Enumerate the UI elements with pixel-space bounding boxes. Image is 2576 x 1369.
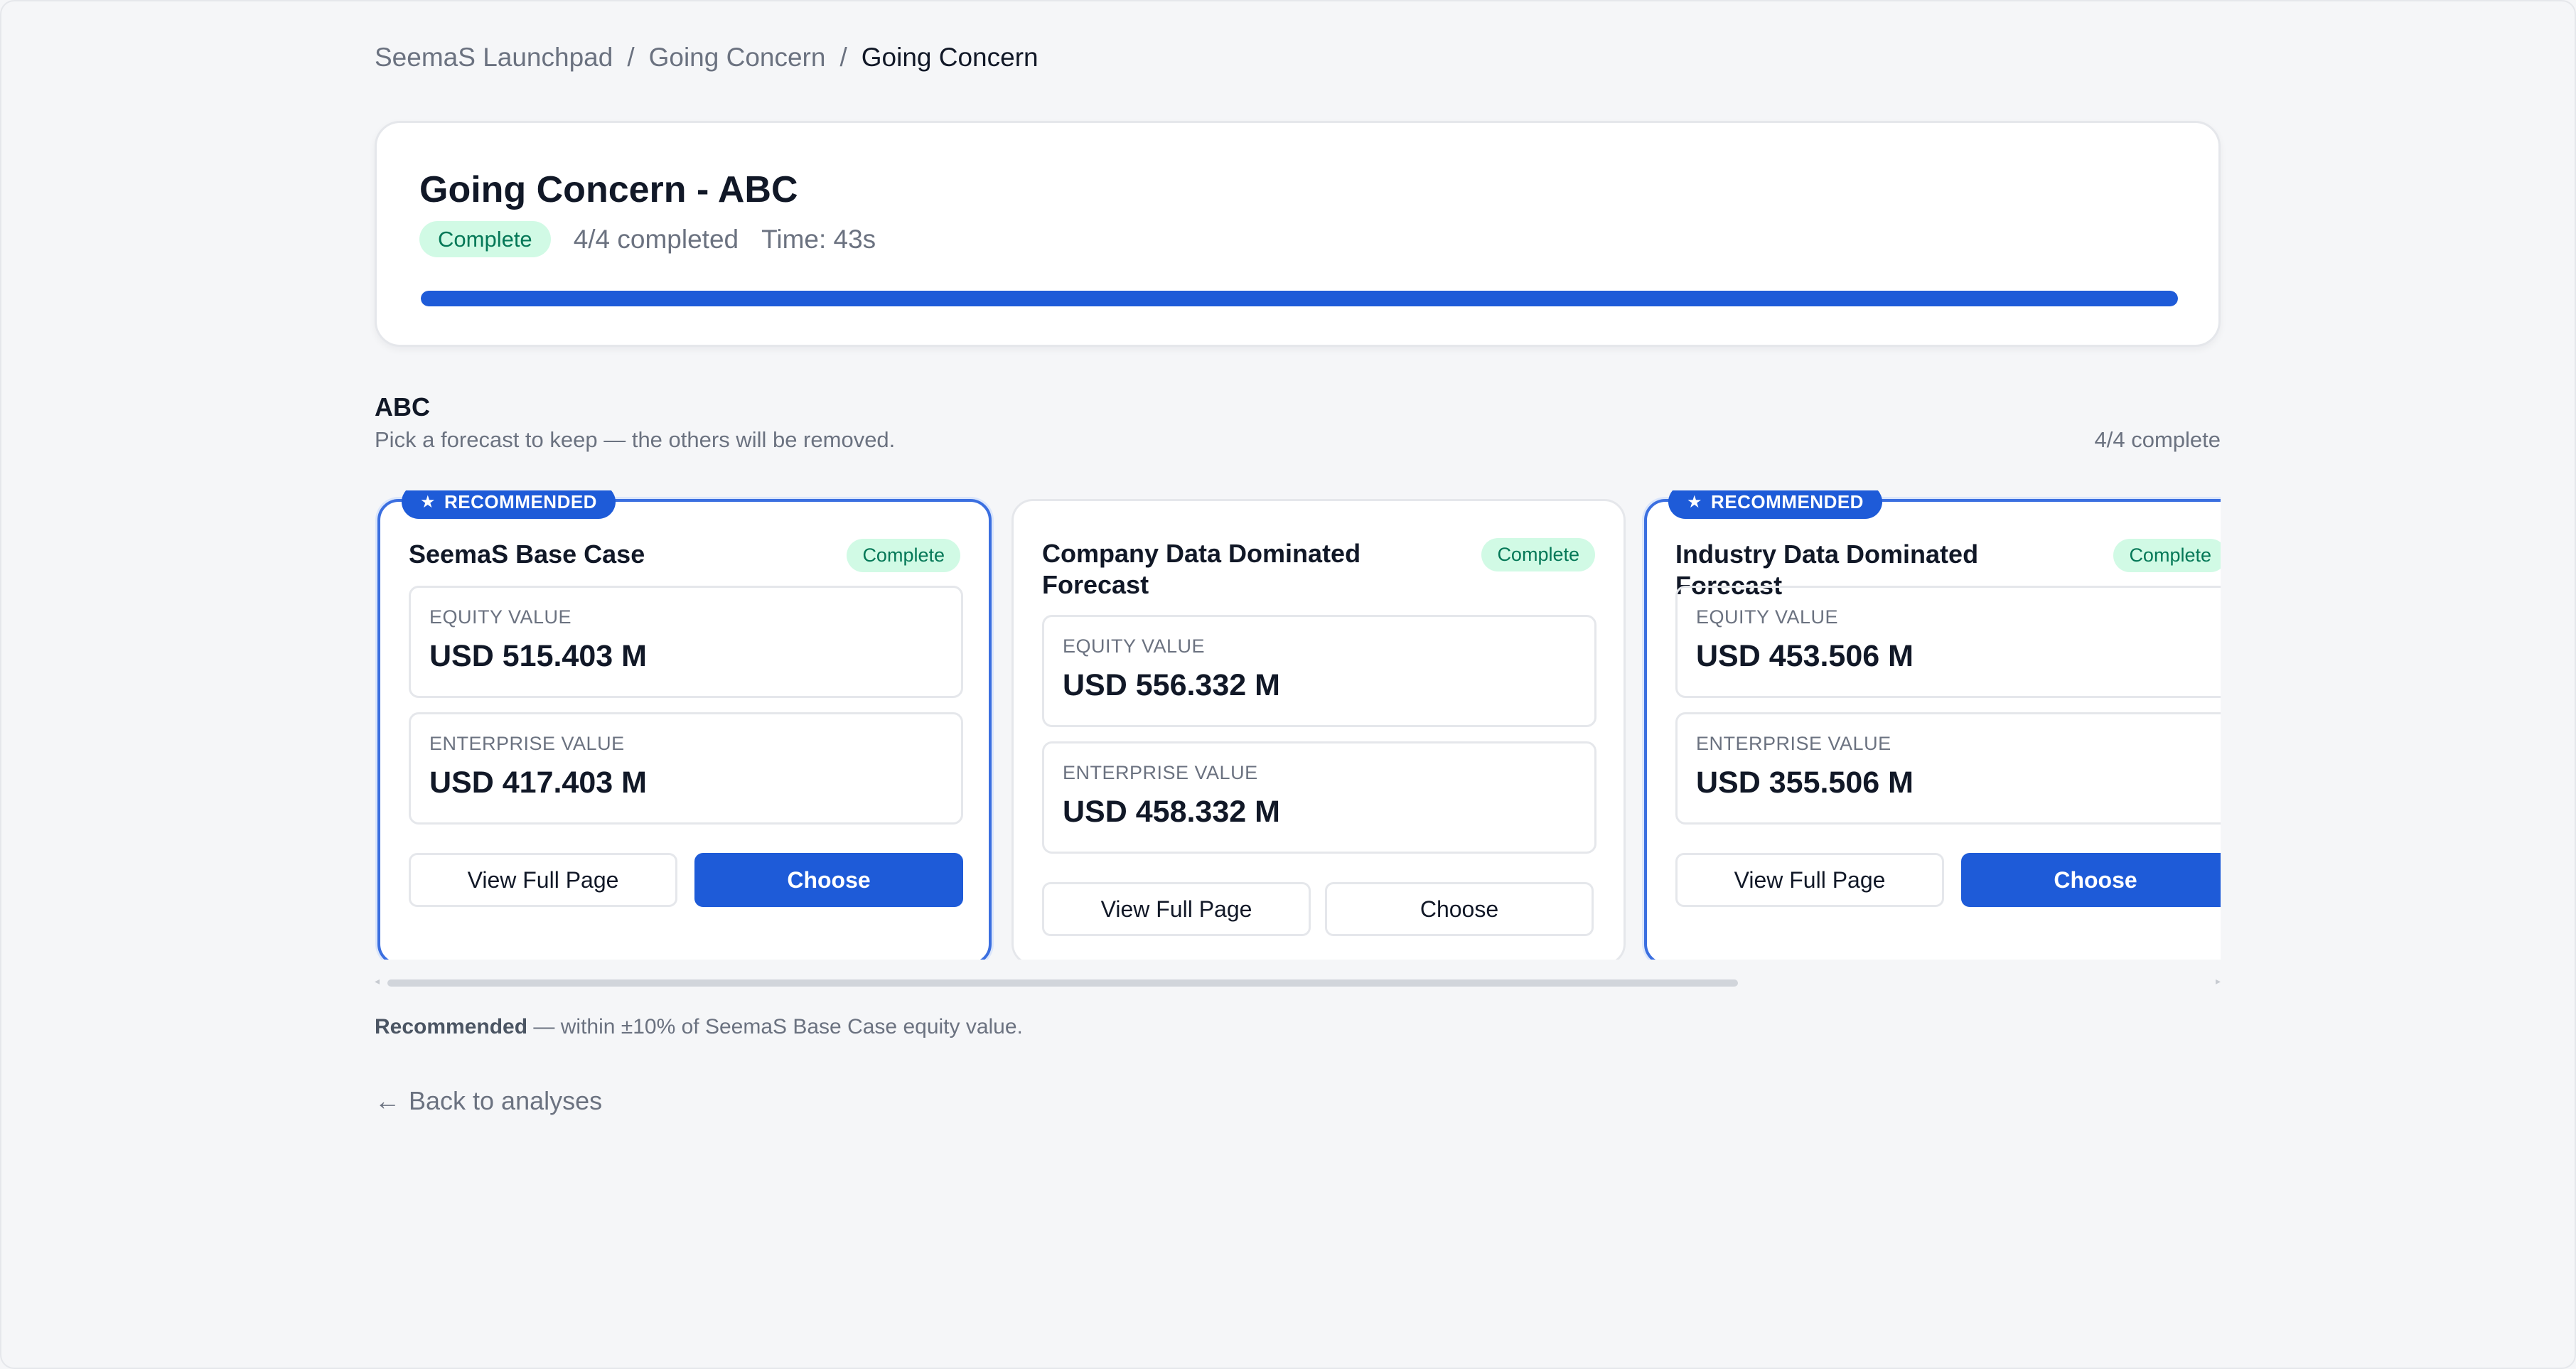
equity-value: USD 453.506 M — [1696, 639, 1914, 673]
scroll-left-icon[interactable]: ◂ — [375, 975, 380, 987]
equity-value-box: EQUITY VALUE USD 515.403 M — [409, 586, 963, 698]
progress-bar — [421, 291, 2178, 306]
scrollbar-thumb[interactable] — [387, 979, 1738, 987]
page-title: Going Concern - ABC — [419, 169, 798, 210]
status-badge: Complete — [419, 221, 551, 257]
summary-meta: Complete 4/4 completed Time: 43s — [419, 221, 876, 257]
elapsed-time: Time: 43s — [761, 224, 876, 254]
section-complete-count: 4/4 complete — [2094, 427, 2221, 452]
scroll-right-icon[interactable]: ▸ — [2216, 975, 2221, 987]
enterprise-value-label: ENTERPRISE VALUE — [429, 733, 625, 754]
progress-fill — [421, 291, 2178, 306]
enterprise-value-box: ENTERPRISE VALUE USD 355.506 M — [1675, 712, 2221, 825]
breadcrumb-item-going-concern[interactable]: Going Concern — [649, 43, 826, 73]
choose-button[interactable]: Choose — [694, 853, 963, 907]
breadcrumb-item-launchpad[interactable]: SeemaS Launchpad — [375, 43, 613, 73]
enterprise-value-label: ENTERPRISE VALUE — [1063, 762, 1258, 783]
enterprise-value-box: ENTERPRISE VALUE USD 417.403 M — [409, 712, 963, 825]
analysis-summary-card: Going Concern - ABC Complete 4/4 complet… — [375, 121, 2221, 347]
enterprise-value: USD 458.332 M — [1063, 795, 1280, 829]
equity-value-box: EQUITY VALUE USD 453.506 M — [1675, 586, 2221, 698]
breadcrumb-current: Going Concern — [861, 43, 1039, 72]
enterprise-value: USD 355.506 M — [1696, 766, 1914, 800]
view-full-page-button[interactable]: View Full Page — [1042, 882, 1311, 936]
star-icon: ★ — [420, 492, 436, 512]
arrow-left-icon: ← — [375, 1086, 400, 1115]
back-to-analyses-link[interactable]: ← Back to analyses — [375, 1086, 602, 1116]
breadcrumb-separator: / — [627, 43, 635, 72]
section-subtitle: Pick a forecast to keep — the others wil… — [375, 427, 896, 452]
forecast-card-industry-data: ★ RECOMMENDED Industry Data Dominated Fo… — [1644, 490, 2221, 960]
recommended-badge: ★ RECOMMENDED — [1668, 490, 1882, 519]
footnote-text: — within ±10% of SeemaS Base Case equity… — [527, 1015, 1023, 1038]
equity-value-label: EQUITY VALUE — [1063, 635, 1206, 657]
section-title: ABC — [375, 392, 430, 422]
enterprise-value: USD 417.403 M — [429, 766, 647, 800]
forecast-carousel[interactable]: ★ RECOMMENDED SeemaS Base Case Complete … — [375, 490, 2221, 960]
recommended-badge: ★ RECOMMENDED — [402, 490, 616, 519]
breadcrumb: SeemaS Launchpad / Going Concern / Going… — [375, 43, 1039, 73]
equity-value: USD 515.403 M — [429, 639, 647, 673]
recommended-label: RECOMMENDED — [444, 490, 597, 512]
forecast-status-badge: Complete — [1481, 538, 1595, 571]
forecast-name: Company Data Dominated Forecast — [1042, 539, 1361, 599]
equity-value: USD 556.332 M — [1063, 668, 1280, 702]
recommended-label: RECOMMENDED — [1711, 490, 1864, 512]
choose-button[interactable]: Choose — [1325, 882, 1594, 936]
equity-value-label: EQUITY VALUE — [1696, 606, 1839, 628]
footnote-bold: Recommended — [375, 1015, 528, 1038]
equity-value-label: EQUITY VALUE — [429, 606, 572, 628]
enterprise-value-label: ENTERPRISE VALUE — [1696, 733, 1891, 754]
view-full-page-button[interactable]: View Full Page — [1675, 853, 1944, 907]
recommendation-footnote: Recommended — within ±10% of SeemaS Base… — [375, 1015, 1023, 1039]
choose-button[interactable]: Choose — [1961, 853, 2221, 907]
completed-count: 4/4 completed — [573, 224, 739, 254]
star-icon: ★ — [1687, 492, 1703, 512]
equity-value-box: EQUITY VALUE USD 556.332 M — [1042, 615, 1596, 727]
forecast-status-badge: Complete — [2113, 539, 2221, 572]
forecast-card-company-data: Company Data Dominated Forecast Complete… — [1011, 499, 1626, 960]
enterprise-value-box: ENTERPRISE VALUE USD 458.332 M — [1042, 741, 1596, 854]
horizontal-scrollbar[interactable]: ◂ ▸ — [375, 975, 2221, 988]
view-full-page-button[interactable]: View Full Page — [409, 853, 677, 907]
forecast-name: SeemaS Base Case — [409, 539, 645, 569]
forecast-card-seemas-base-case: ★ RECOMMENDED SeemaS Base Case Complete … — [377, 490, 992, 960]
breadcrumb-separator: / — [839, 43, 847, 72]
back-link-label: Back to analyses — [409, 1086, 603, 1115]
forecast-status-badge: Complete — [847, 539, 960, 572]
